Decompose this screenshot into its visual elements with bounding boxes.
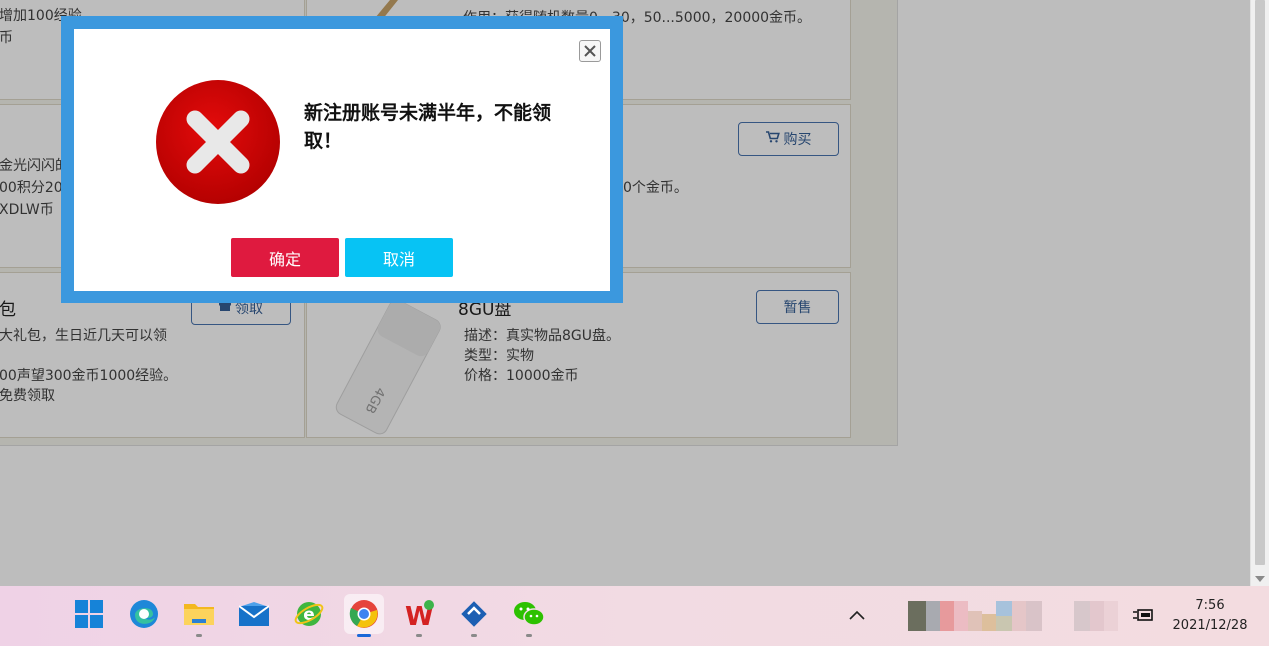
ie-browser-icon: e — [294, 602, 324, 626]
taskbar-ie-browser[interactable]: e — [289, 594, 329, 634]
chrome-browser-icon — [349, 600, 378, 628]
chevron-up-icon — [849, 610, 865, 620]
show-hidden-icons-button[interactable] — [848, 606, 866, 625]
error-x-icon — [156, 80, 280, 204]
blue-diamond-app-icon — [461, 601, 487, 627]
taskbar-blue-app[interactable] — [454, 594, 494, 637]
scroll-down-arrow-icon[interactable] — [1255, 576, 1265, 582]
taskbar-start-button[interactable] — [69, 594, 109, 634]
edge-browser-icon — [130, 600, 158, 628]
taskbar: e W 7:56 2021/12/28 — [0, 586, 1269, 646]
wps-office-icon: W — [405, 600, 434, 629]
active-indicator — [357, 634, 371, 637]
cancel-button[interactable]: 取消 — [345, 238, 453, 277]
taskbar-wechat[interactable] — [509, 594, 549, 637]
cancel-button-label: 取消 — [382, 249, 415, 269]
taskbar-file-explorer[interactable] — [179, 594, 219, 637]
taskbar-mail[interactable] — [234, 594, 274, 634]
running-indicator — [471, 634, 477, 637]
folder-icon — [184, 604, 214, 625]
tray-icons-blurred[interactable] — [908, 586, 1122, 646]
taskbar-wps[interactable]: W — [399, 594, 439, 637]
running-indicator — [196, 634, 202, 637]
clock-time: 7:56 — [1195, 598, 1225, 613]
confirm-button[interactable]: 确定 — [231, 238, 339, 277]
clock-date: 2021/12/28 — [1172, 618, 1248, 633]
running-indicator — [416, 634, 422, 637]
running-indicator — [526, 634, 532, 637]
mail-icon — [239, 602, 269, 626]
battery-icon[interactable] — [1133, 606, 1155, 628]
confirm-button-label: 确定 — [268, 249, 301, 269]
close-icon — [584, 45, 596, 57]
vertical-scrollbar[interactable] — [1250, 0, 1269, 586]
taskbar-clock[interactable]: 7:56 2021/12/28 — [1170, 596, 1250, 636]
scrollbar-thumb[interactable] — [1255, 0, 1265, 565]
alert-dialog: 新注册账号未满半年，不能领取！ 确定 取消 — [61, 16, 623, 303]
taskbar-chrome[interactable] — [344, 594, 384, 637]
wechat-icon — [514, 602, 545, 626]
close-button[interactable] — [579, 40, 601, 62]
alert-message: 新注册账号未满半年，不能领取！ — [304, 102, 552, 152]
taskbar-edge[interactable] — [124, 594, 164, 634]
alert-dialog-body: 新注册账号未满半年，不能领取！ 确定 取消 — [74, 29, 610, 291]
windows-logo-icon — [75, 600, 103, 628]
